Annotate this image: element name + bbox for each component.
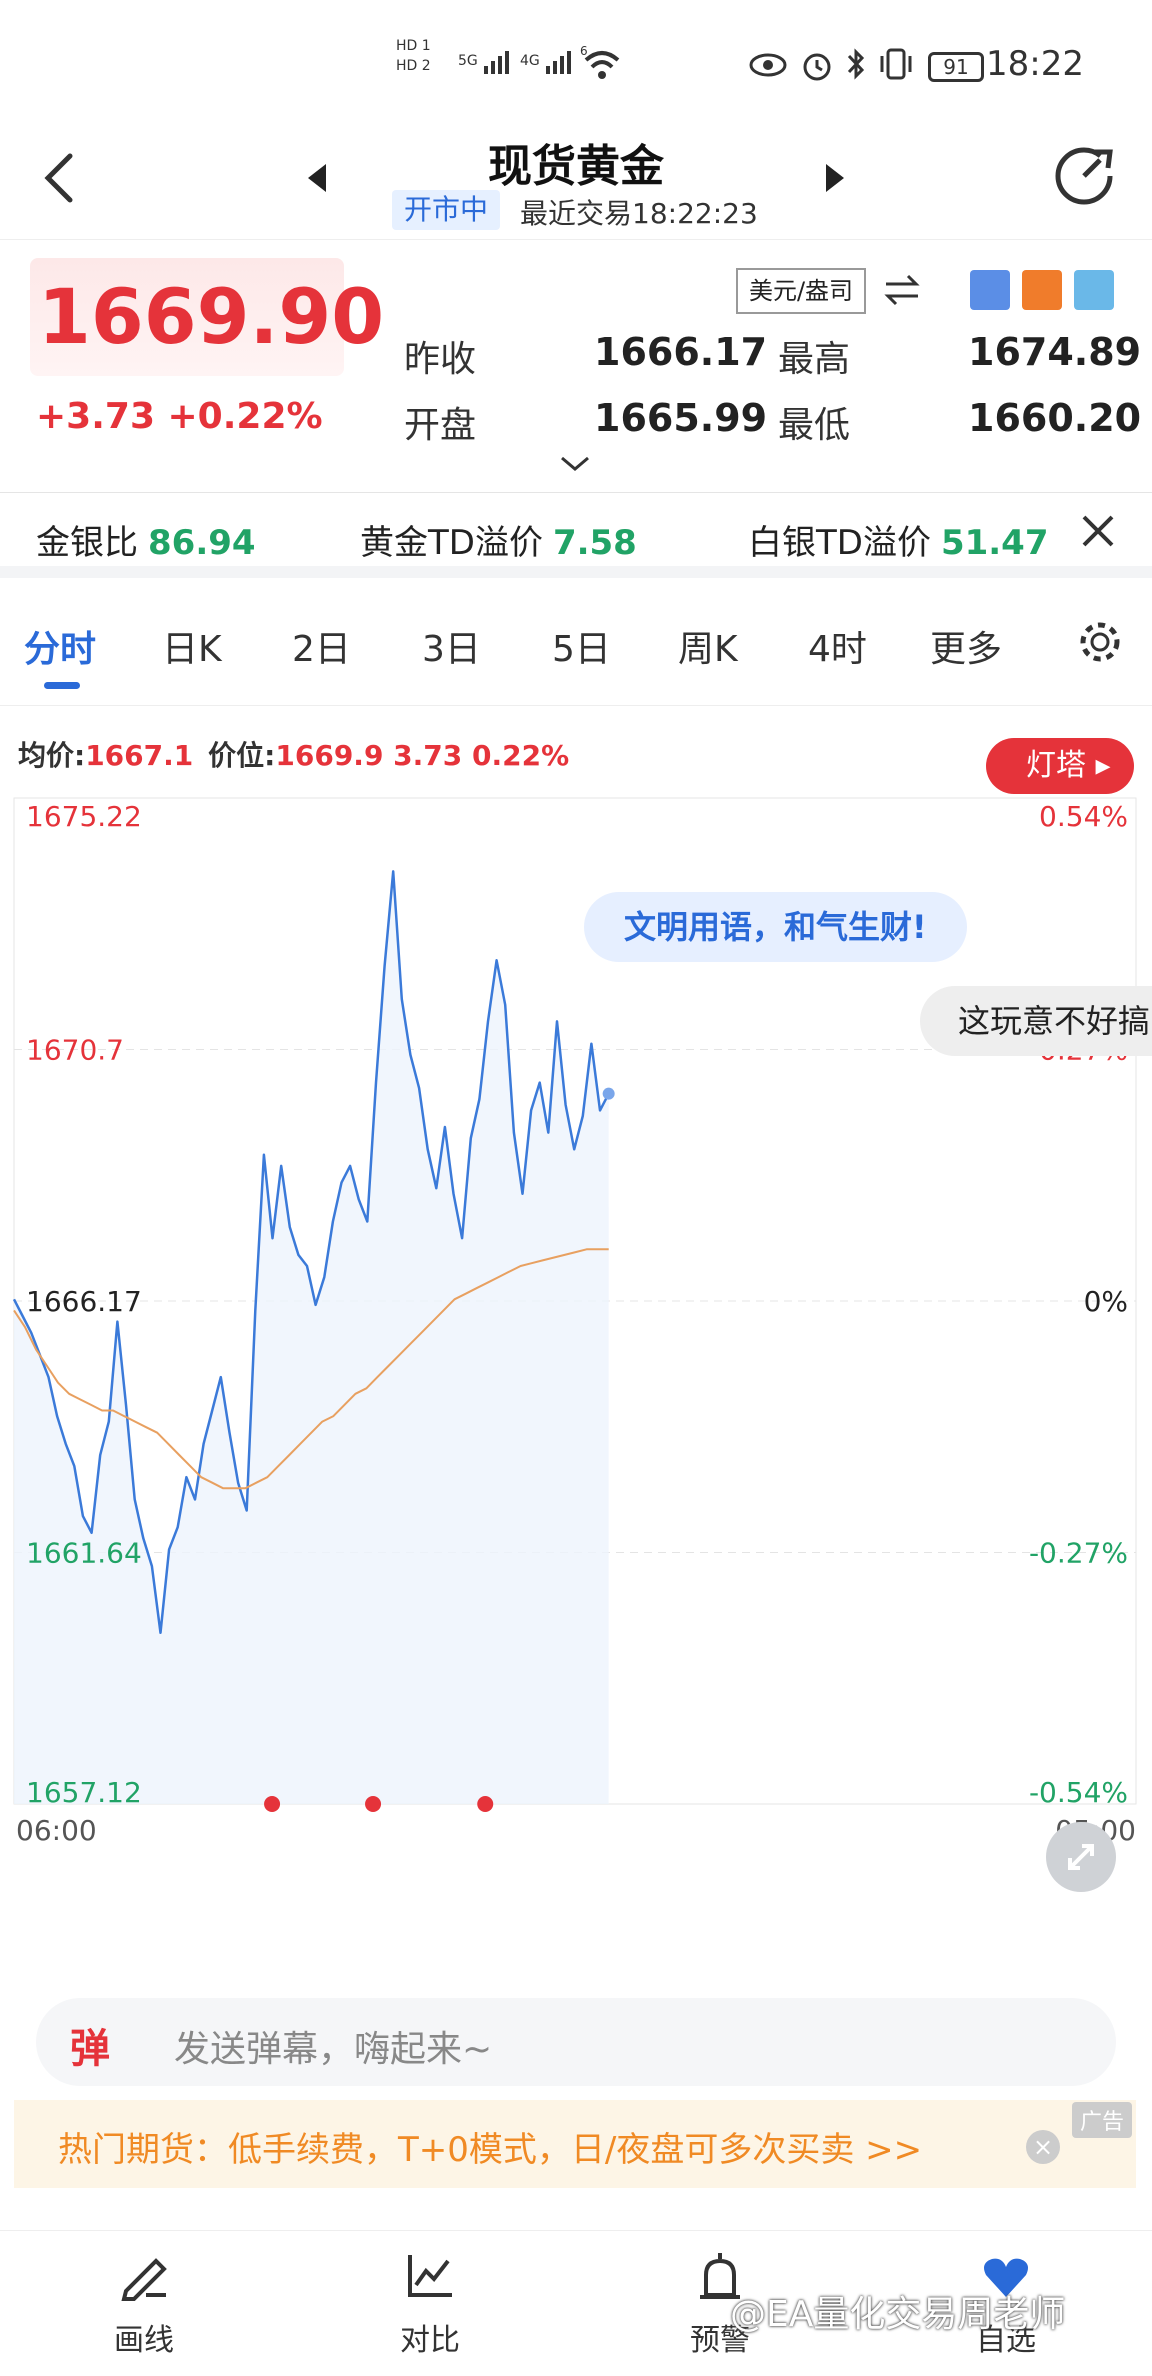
hd-badges: HD 1 HD 2 — [396, 38, 431, 74]
y-tick-left: 1675.22 — [26, 800, 142, 833]
y-tick-left: 1670.7 — [26, 1034, 124, 1067]
ratio-gold-td: 黄金TD溢价 7.58 — [360, 523, 637, 563]
ad-tag: 广告 — [1071, 2102, 1132, 2138]
prev-close-value: 1666.17 — [594, 330, 768, 374]
signal-4g-icon: 4G — [520, 48, 574, 74]
vibrate-icon — [880, 48, 912, 80]
last-trade-time: 最近交易18:22:23 — [520, 197, 758, 230]
signal-5g-icon: 5G — [458, 48, 512, 74]
price-box: 1669.90 — [30, 258, 384, 376]
tab-5day[interactable]: 5日 — [552, 620, 611, 672]
draw-line-button[interactable]: 画线 — [64, 2251, 224, 2359]
next-instrument-icon[interactable] — [824, 162, 846, 194]
prev-close-label: 昨收 — [404, 339, 477, 380]
fullscreen-icon[interactable] — [1046, 1822, 1116, 1892]
x-tick: 06:00 — [16, 1814, 97, 1847]
ad-text: 热门期货：低手续费，T+0模式，日/夜盘可多次买卖 >> — [58, 2130, 923, 2170]
tab-more[interactable]: 更多 — [930, 620, 1002, 672]
ratio-gold-silver: 金银比 86.94 — [36, 523, 256, 563]
event-marker — [477, 1796, 494, 1812]
high-value: 1674.89 — [968, 330, 1142, 374]
event-marker — [365, 1796, 382, 1812]
settings-gear-icon[interactable] — [1076, 618, 1124, 666]
tab-2day[interactable]: 2日 — [292, 620, 351, 672]
active-tab-indicator — [44, 682, 80, 689]
eye-icon — [749, 53, 787, 77]
status-bar: HD 1 HD 2 5G 4G 6 91 18:22 — [0, 0, 1152, 130]
tab-3day[interactable]: 3日 — [422, 620, 481, 672]
y-tick-left: 1657.12 — [26, 1776, 142, 1809]
clock: 18:22 — [986, 44, 1084, 84]
period-tabs: 分时 日K 2日 3日 5日 周K 4时 更多 — [0, 600, 1152, 706]
tab-daily[interactable]: 日K — [162, 620, 222, 672]
pie-tool-icon[interactable] — [1074, 270, 1114, 310]
avg-price-readout: 均价:1667.1 价位:1669.9 3.73 0.22% — [18, 739, 570, 772]
y-tick-right: 0% — [1084, 1285, 1128, 1318]
refresh-icon[interactable] — [1052, 142, 1118, 208]
expand-chevron-icon[interactable] — [560, 456, 590, 472]
price-area-fill — [14, 871, 609, 1804]
y-tick-right: -0.54% — [1029, 1776, 1128, 1809]
battery-icon: 91 — [928, 52, 984, 82]
ratio-silver-td: 白银TD溢价 51.47 — [748, 523, 1049, 563]
ratio-bar: 金银比 86.94 黄金TD溢价 7.58 白银TD溢价 51.47 — [0, 492, 1152, 578]
low-label: 最低 — [778, 405, 851, 446]
y-tick-left: 1661.64 — [26, 1537, 142, 1570]
swap-icon[interactable] — [882, 272, 922, 308]
nav-bar: 现货黄金 开市中 最近交易18:22:23 — [0, 120, 1152, 240]
tab-intraday[interactable]: 分时 — [24, 620, 96, 672]
unit-selector[interactable]: 美元/盎司 — [736, 268, 866, 314]
pencil-icon — [121, 2258, 167, 2301]
low-value: 1660.20 — [968, 396, 1142, 440]
ad-close-icon[interactable]: × — [1026, 2130, 1060, 2164]
watermark: @EA量化交易周老师 — [730, 2294, 1066, 2335]
alarm-clock-icon — [803, 53, 831, 81]
market-status-badge: 开市中 — [392, 190, 501, 230]
tower-tool-icon[interactable] — [1022, 270, 1062, 310]
danmaku-bubble-1: 文明用语，和气生财! — [584, 892, 967, 962]
compare-button[interactable]: 对比 — [350, 2251, 510, 2359]
last-price-dot — [602, 1087, 615, 1100]
wifi-icon: 6 — [580, 44, 624, 88]
open-value: 1665.99 — [594, 396, 768, 440]
current-price: 1669.90 — [38, 272, 385, 361]
danmaku-input[interactable]: 弹 发送弹幕，嗨起来~ — [36, 1998, 1116, 2086]
tab-weekly[interactable]: 周K — [678, 620, 738, 672]
price-change: +3.73 +0.22% — [36, 396, 323, 437]
y-tick-right: -0.27% — [1029, 1537, 1128, 1570]
ad-banner[interactable]: 热门期货：低手续费，T+0模式，日/夜盘可多次买卖 >> × 广告 — [14, 2100, 1136, 2188]
y-tick-right: 0.54% — [1039, 800, 1128, 833]
high-label: 最高 — [778, 339, 851, 380]
danmaku-bubble-2: 这玩意不好搞 — [920, 986, 1152, 1056]
page-title: 现货黄金 — [488, 141, 664, 192]
percent-tool-icon[interactable] — [970, 270, 1010, 310]
danmaku-placeholder: 发送弹幕，嗨起来~ — [174, 2029, 493, 2070]
close-icon[interactable] — [1080, 513, 1116, 549]
bottom-toolbar: 画线 对比 预警 自选 @EA量化交易周老师 — [0, 2230, 1152, 2376]
danmaku-icon: 弹 — [70, 2026, 110, 2072]
open-label: 开盘 — [404, 405, 477, 446]
intraday-chart[interactable]: 1675.22 1670.7 1666.17 1661.64 1657.12 0.54% 0… — [0, 780, 1152, 1980]
chart-compare-icon — [408, 2255, 452, 2297]
bluetooth-icon — [847, 48, 865, 80]
tab-4hour[interactable]: 4时 — [808, 620, 867, 672]
y-tick-left: 1666.17 — [26, 1285, 142, 1318]
event-marker — [264, 1796, 281, 1812]
